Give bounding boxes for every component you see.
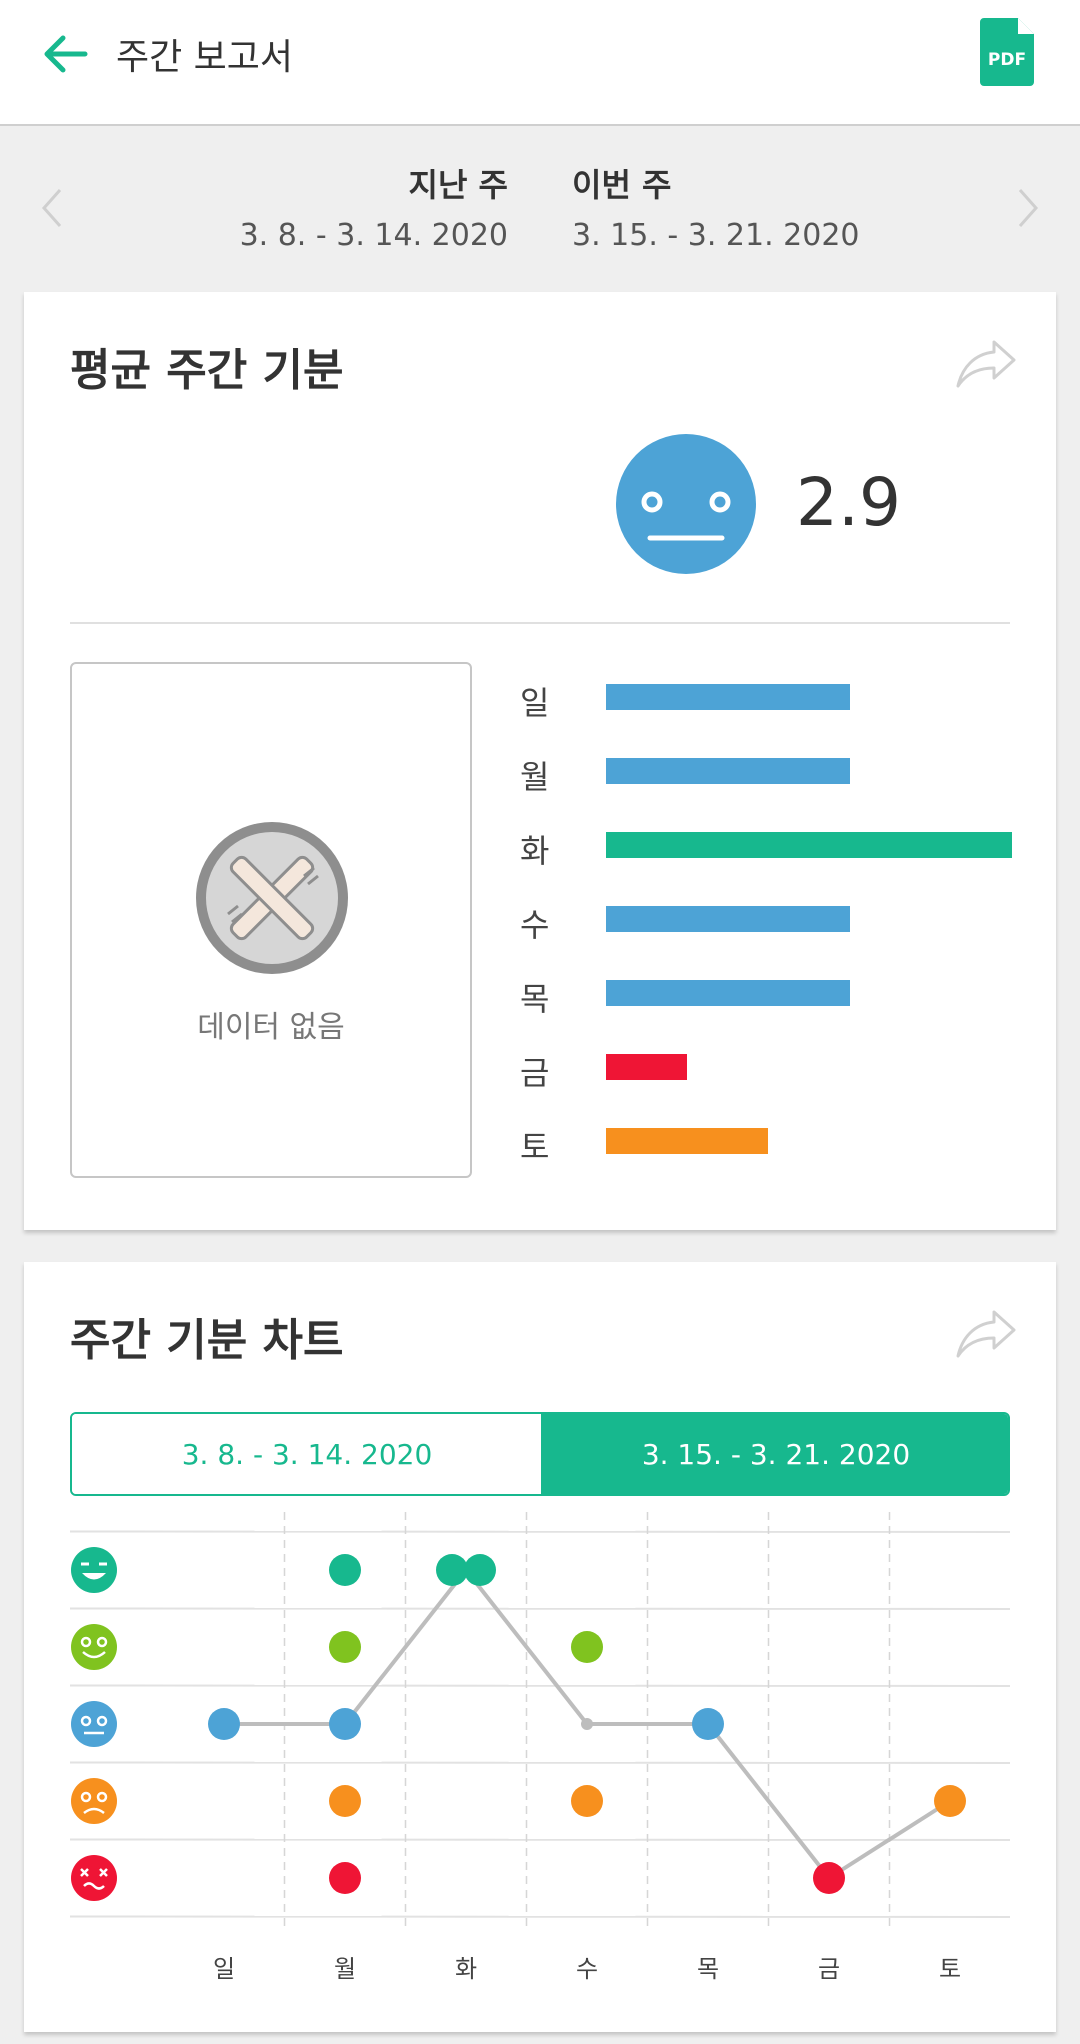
day-label: 일 — [520, 684, 550, 722]
no-data-x-icon — [196, 822, 348, 974]
pdf-file-icon: PDF — [980, 18, 1034, 86]
day-bar-row: 금 — [520, 1054, 1020, 1092]
previous-week-label: 지난 주 — [408, 166, 508, 204]
neutral-face-icon — [616, 434, 756, 574]
day-bar-row: 토 — [520, 1128, 1020, 1166]
neutral-face-icon — [71, 1701, 117, 1747]
day-mood-bar — [606, 906, 850, 932]
app-bar: 주간 보고서 PDF — [0, 0, 1080, 126]
day-bar-row: 화 — [520, 832, 1020, 870]
mood-point — [571, 1785, 603, 1817]
day-mood-bar — [606, 1128, 768, 1154]
happy-face-icon — [71, 1624, 117, 1670]
current-week-label: 이번 주 — [572, 166, 672, 204]
page-title: 주간 보고서 — [116, 37, 294, 78]
current-week[interactable]: 이번 주 3. 15. - 3. 21. 2020 — [572, 160, 860, 253]
mood-point — [329, 1554, 361, 1586]
mood-point — [329, 1708, 361, 1740]
pdf-export-button[interactable]: PDF — [978, 16, 1036, 88]
mood-chart: 일월화수목금토 — [69, 1512, 1011, 1983]
grid-line — [69, 1761, 1011, 1764]
mood-point — [436, 1554, 468, 1586]
divider — [70, 622, 1010, 624]
current-week-tab[interactable]: 3. 15. - 3. 21. 2020 — [541, 1414, 1008, 1494]
weekly-mood-chart-card: 주간 기분 차트 3. 8. - 3. 14. 2020 3. 15. - 3.… — [24, 1262, 1056, 2032]
grid-line — [69, 1915, 1011, 1918]
grid-line — [69, 1838, 1011, 1841]
x-tick-label: 토 — [939, 1955, 961, 1983]
day-mood-bar — [606, 980, 850, 1006]
day-mood-bar — [606, 758, 850, 784]
share-button[interactable] — [954, 1306, 1018, 1362]
mood-point — [934, 1785, 966, 1817]
mood-point — [329, 1785, 361, 1817]
grid-line — [69, 1530, 1011, 1533]
x-tick-label: 화 — [455, 1955, 477, 1983]
average-mood-title: 평균 주간 기분 — [70, 345, 344, 396]
day-label: 화 — [520, 832, 550, 870]
back-button[interactable] — [30, 22, 100, 86]
mood-point — [208, 1708, 240, 1740]
mood-point — [571, 1631, 603, 1663]
pdf-label: PDF — [988, 50, 1026, 70]
previous-week-button[interactable] — [32, 178, 72, 238]
share-arrow-icon — [956, 1310, 1016, 1358]
next-week-button[interactable] — [1008, 178, 1048, 238]
x-tick-label: 목 — [697, 1955, 719, 1983]
mood-point — [329, 1862, 361, 1894]
grid-line — [69, 1607, 1011, 1610]
average-score: 2.9 — [796, 464, 901, 541]
chevron-right-icon — [1018, 189, 1039, 227]
x-tick-label: 일 — [213, 1955, 235, 1983]
day-bar-row: 수 — [520, 906, 1020, 944]
grid-line — [69, 1684, 1011, 1687]
x-tick-label: 수 — [576, 1955, 598, 1983]
previous-week-tab[interactable]: 3. 8. - 3. 14. 2020 — [72, 1414, 542, 1494]
day-label: 수 — [520, 906, 550, 944]
day-label: 토 — [520, 1128, 550, 1166]
day-label: 월 — [520, 758, 550, 796]
chevron-left-icon — [41, 189, 62, 227]
share-arrow-icon — [956, 340, 1016, 388]
previous-week[interactable]: 지난 주 3. 8. - 3. 14. 2020 — [240, 160, 508, 253]
day-bar-row: 월 — [520, 758, 1020, 796]
current-week-range: 3. 15. - 3. 21. 2020 — [572, 218, 860, 253]
mood-point — [813, 1862, 845, 1894]
share-button[interactable] — [954, 336, 1018, 392]
no-data-panel: 데이터 없음 — [70, 662, 472, 1178]
day-label: 금 — [520, 1054, 550, 1092]
day-bar-row: 일 — [520, 684, 1020, 722]
week-navigator: 지난 주 3. 8. - 3. 14. 2020 이번 주 3. 15. - 3… — [0, 128, 1080, 288]
mood-point — [464, 1554, 496, 1586]
x-tick-label: 금 — [818, 1955, 840, 1983]
weekly-chart-title: 주간 기분 차트 — [70, 1315, 344, 1366]
week-range-toggle: 3. 8. - 3. 14. 2020 3. 15. - 3. 21. 2020 — [70, 1412, 1010, 1496]
trend-joint — [581, 1718, 593, 1730]
x-tick-label: 월 — [334, 1955, 356, 1983]
day-mood-bar — [606, 1054, 687, 1080]
average-mood-card: 평균 주간 기분 2.9 데이터 없음 일월화수목금토 — [24, 292, 1056, 1230]
previous-week-range: 3. 8. - 3. 14. 2020 — [239, 218, 508, 253]
day-label: 목 — [520, 980, 550, 1018]
day-bar-row: 목 — [520, 980, 1020, 1018]
mood-point — [329, 1631, 361, 1663]
arrow-left-icon — [44, 35, 88, 73]
laughing-face-icon — [71, 1547, 117, 1593]
sad-face-icon — [71, 1778, 117, 1824]
mood-point — [692, 1708, 724, 1740]
dizzy-face-icon — [71, 1855, 117, 1901]
no-data-label: 데이터 없음 — [197, 1010, 345, 1045]
day-mood-bar — [606, 684, 850, 710]
day-mood-bar — [606, 832, 1012, 858]
